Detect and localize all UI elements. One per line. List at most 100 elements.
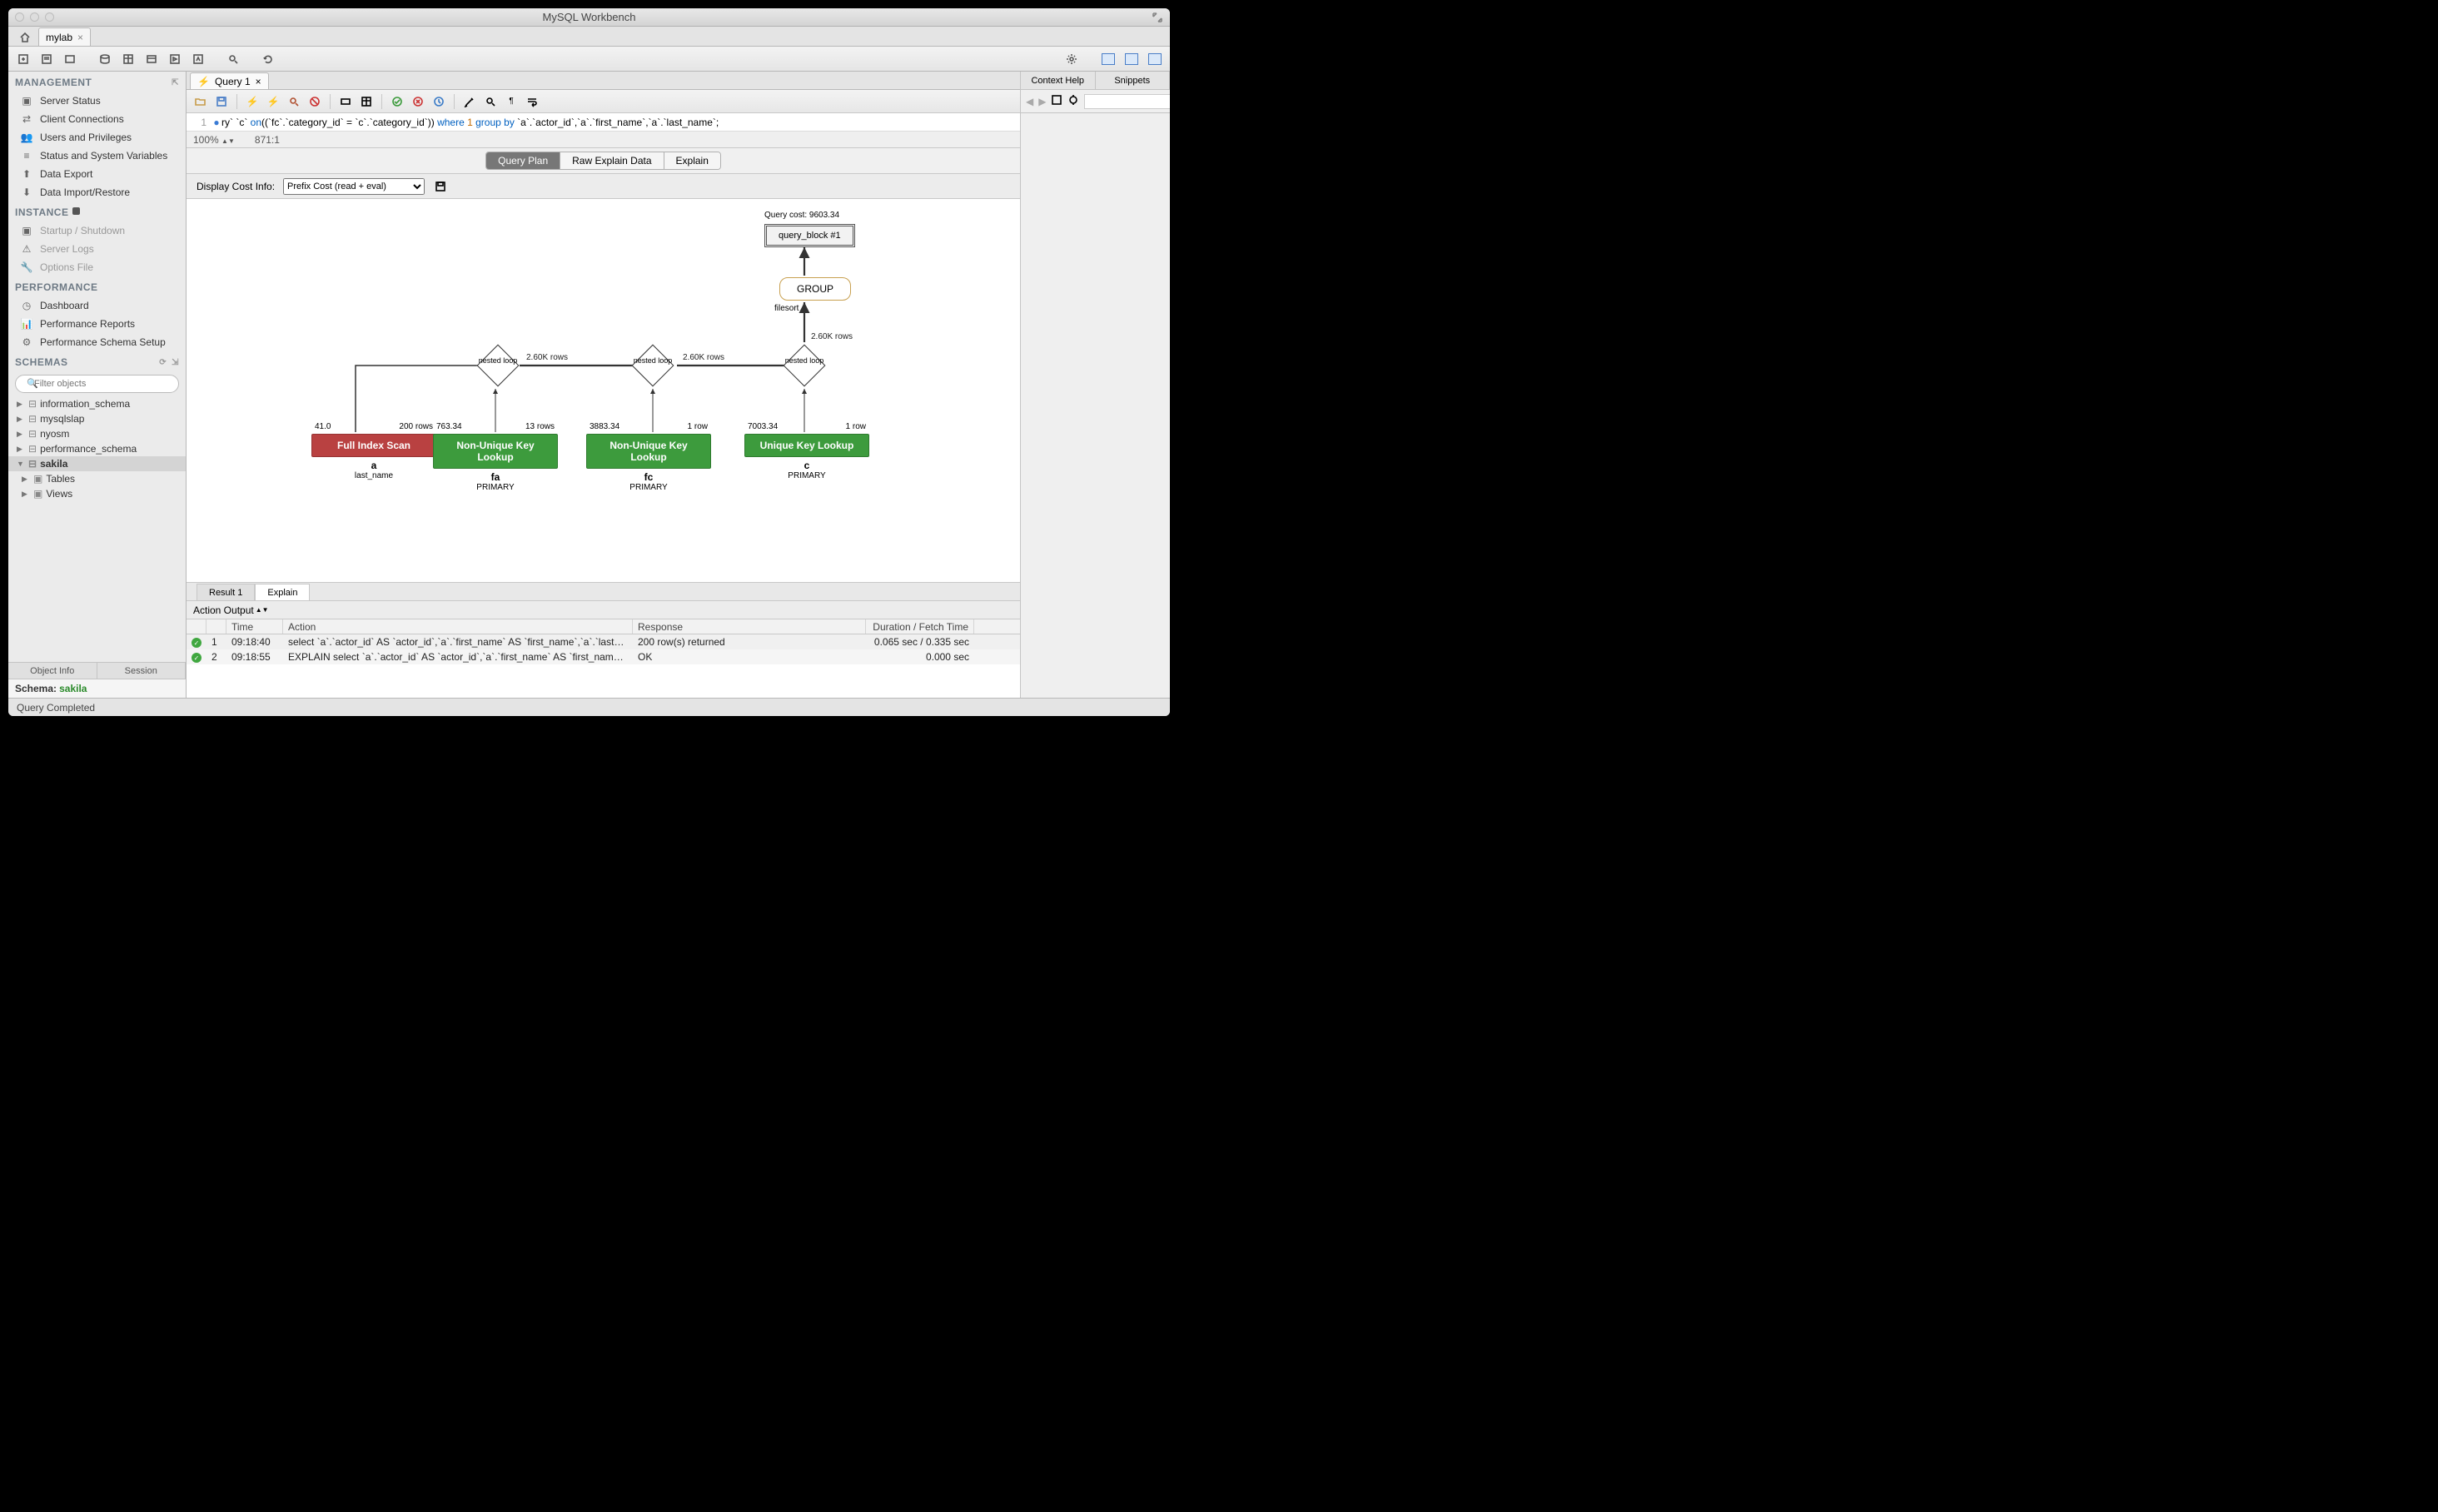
save-plan-icon[interactable] — [433, 179, 448, 194]
create-schema-icon[interactable] — [95, 49, 115, 69]
help-link-icon[interactable] — [1067, 94, 1079, 108]
create-function-icon[interactable] — [188, 49, 208, 69]
chevron-right-icon[interactable]: ▶ — [17, 400, 25, 409]
limit-rows-icon[interactable] — [430, 92, 448, 111]
toggle-right-panel-icon[interactable] — [1145, 49, 1165, 69]
open-inspector-icon[interactable] — [60, 49, 80, 69]
help-search-input[interactable] — [1084, 94, 1170, 109]
schema-child-tables[interactable]: ▶▣Tables — [8, 471, 186, 486]
query-block-node[interactable]: query_block #1 — [764, 224, 855, 247]
tab-raw-explain[interactable]: Raw Explain Data — [560, 152, 664, 169]
refresh-icon[interactable]: ⟳ — [159, 358, 167, 367]
toggle-bottom-panel-icon[interactable] — [1122, 49, 1142, 69]
sidebar-item-users-and-privileges[interactable]: 👥Users and Privileges — [8, 128, 186, 147]
tab-explain-result[interactable]: Explain — [255, 584, 310, 600]
find-icon[interactable] — [481, 92, 500, 111]
plan-node-fc[interactable]: 3883.341 rowNon-Unique Key LookupfcPRIMA… — [586, 434, 711, 492]
connection-tab[interactable]: mylab × — [38, 27, 91, 46]
close-tab-icon[interactable]: × — [77, 32, 83, 43]
schema-mysqlslap[interactable]: ▶⊟mysqlslap — [8, 411, 186, 426]
tab-result-1[interactable]: Result 1 — [197, 584, 255, 600]
tab-query-plan[interactable]: Query Plan — [486, 152, 560, 169]
node-operation: Non-Unique Key Lookup — [586, 434, 711, 469]
chevron-right-icon[interactable]: ▶ — [22, 490, 30, 499]
tab-explain[interactable]: Explain — [664, 152, 720, 169]
sidebar-item-performance-schema-setup[interactable]: ⚙Performance Schema Setup — [8, 333, 186, 351]
schema-information_schema[interactable]: ▶⊟information_schema — [8, 396, 186, 411]
schema-sakila[interactable]: ▼⊟sakila — [8, 456, 186, 471]
output-row[interactable]: ✓109:18:40select `a`.`actor_id` AS `acto… — [187, 634, 1020, 649]
sidebar-item-data-import-restore[interactable]: ⬇Data Import/Restore — [8, 183, 186, 201]
create-view-icon[interactable] — [142, 49, 162, 69]
toggle-left-panel-icon[interactable] — [1098, 49, 1118, 69]
sidebar-item-options-file[interactable]: 🔧Options File — [8, 258, 186, 276]
commit-icon[interactable] — [336, 92, 355, 111]
new-sql-tab-icon[interactable] — [13, 49, 33, 69]
execute-current-icon[interactable]: ⚡ — [264, 92, 282, 111]
sidebar-item-server-logs[interactable]: ⚠Server Logs — [8, 240, 186, 258]
new-sql-file-icon[interactable] — [37, 49, 57, 69]
collapse-icon[interactable]: ⇱ — [172, 78, 179, 87]
nested-loop-node[interactable]: nested loop — [476, 344, 520, 387]
sidebar-item-status-and-system-variables[interactable]: ≡Status and System Variables — [8, 147, 186, 165]
output-row[interactable]: ✓209:18:55EXPLAIN select `a`.`actor_id` … — [187, 649, 1020, 664]
tab-context-help[interactable]: Context Help — [1021, 72, 1096, 89]
sql-code[interactable]: ry` `c` on((`fc`.`category_id` = `c`.`ca… — [221, 117, 719, 128]
beautify-icon[interactable] — [460, 92, 479, 111]
sidebar-item-performance-reports[interactable]: 📊Performance Reports — [8, 315, 186, 333]
plan-node-fa[interactable]: 763.3413 rowsNon-Unique Key LookupfaPRIM… — [433, 434, 558, 492]
invisible-chars-icon[interactable]: ¶ — [502, 92, 520, 111]
tab-session[interactable]: Session — [97, 663, 187, 679]
search-table-icon[interactable] — [223, 49, 243, 69]
sidebar-item-client-connections[interactable]: ⇄Client Connections — [8, 110, 186, 128]
sidebar-item-startup-shutdown[interactable]: ▣Startup / Shutdown — [8, 221, 186, 240]
chevron-right-icon[interactable]: ▶ — [17, 430, 25, 439]
create-procedure-icon[interactable] — [165, 49, 185, 69]
query-plan-diagram[interactable]: Query cost: 9603.34 query_block #1 GROUP… — [187, 199, 1020, 583]
schema-performance_schema[interactable]: ▶⊟performance_schema — [8, 441, 186, 456]
expand-icon[interactable] — [1152, 12, 1163, 23]
navigator-sidebar: MANAGEMENT ⇱ ▣Server Status⇄Client Conne… — [8, 72, 187, 698]
plan-node-a[interactable]: 41.0200 rowsFull Index Scanalast_name — [311, 434, 436, 480]
output-type-select[interactable]: Action Output ▲▼ — [193, 604, 269, 616]
sql-editor[interactable]: 1 ● ry` `c` on((`fc`.`category_id` = `c`… — [187, 113, 1020, 132]
plan-node-c[interactable]: 7003.341 rowUnique Key LookupcPRIMARY — [744, 434, 869, 480]
execute-icon[interactable]: ⚡ — [243, 92, 261, 111]
create-table-icon[interactable] — [118, 49, 138, 69]
sidebar-item-server-status[interactable]: ▣Server Status — [8, 92, 186, 110]
wrap-icon[interactable] — [523, 92, 541, 111]
group-node[interactable]: GROUP — [779, 277, 851, 301]
schema-child-views[interactable]: ▶▣Views — [8, 486, 186, 501]
reconnect-icon[interactable] — [258, 49, 278, 69]
query-tab[interactable]: ⚡ Query 1 × — [190, 72, 269, 89]
settings-icon[interactable] — [1062, 49, 1082, 69]
chevron-down-icon[interactable]: ▼ — [17, 460, 25, 468]
sidebar-item-data-export[interactable]: ⬆Data Export — [8, 165, 186, 183]
schema-filter-input[interactable] — [15, 375, 179, 393]
home-icon[interactable] — [15, 29, 35, 46]
stop-icon[interactable] — [306, 92, 324, 111]
expand-schemas-icon[interactable]: ⇲ — [172, 358, 179, 367]
autocommit-on-icon[interactable] — [388, 92, 406, 111]
help-toggle-icon[interactable] — [1051, 94, 1062, 108]
back-icon[interactable]: ◀ — [1026, 96, 1033, 107]
zoom-level[interactable]: 100% ▲▼ — [193, 134, 235, 146]
rollback-icon[interactable] — [357, 92, 376, 111]
nested-loop-node[interactable]: nested loop — [783, 344, 826, 387]
instance-badge-icon — [72, 206, 81, 218]
forward-icon[interactable]: ▶ — [1038, 96, 1046, 107]
cost-info-select[interactable]: Prefix Cost (read + eval) — [283, 178, 425, 195]
tab-snippets[interactable]: Snippets — [1096, 72, 1171, 89]
tab-object-info[interactable]: Object Info — [8, 663, 97, 679]
open-file-icon[interactable] — [192, 92, 210, 111]
chevron-right-icon[interactable]: ▶ — [22, 475, 30, 484]
sidebar-item-dashboard[interactable]: ◷Dashboard — [8, 296, 186, 315]
explain-icon[interactable] — [285, 92, 303, 111]
nested-loop-node[interactable]: nested loop — [631, 344, 674, 387]
schema-nyosm[interactable]: ▶⊟nyosm — [8, 426, 186, 441]
save-file-icon[interactable] — [212, 92, 231, 111]
chevron-right-icon[interactable]: ▶ — [17, 415, 25, 424]
close-query-tab-icon[interactable]: × — [256, 76, 261, 87]
chevron-right-icon[interactable]: ▶ — [17, 445, 25, 454]
autocommit-off-icon[interactable] — [409, 92, 427, 111]
